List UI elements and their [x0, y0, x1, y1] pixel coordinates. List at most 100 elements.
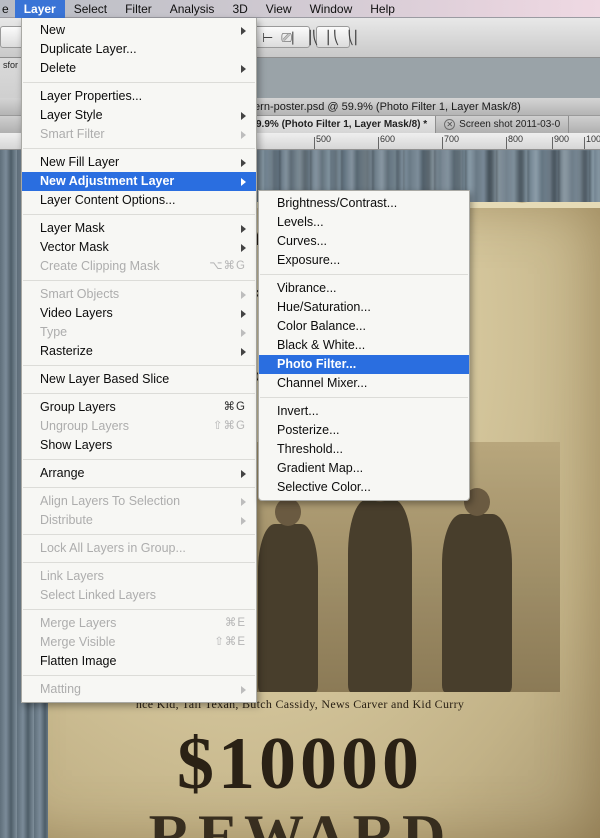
- adjustment-item-posterize[interactable]: Posterize...: [259, 421, 469, 440]
- menu-item-label: Video Layers: [40, 306, 113, 320]
- adjustment-separator: [260, 274, 468, 275]
- menu-item-label: Layer Properties...: [40, 89, 143, 103]
- adjustment-item-gradient-map[interactable]: Gradient Map...: [259, 459, 469, 478]
- photoshop-window: ATION EXPRESS TED acific Express CH GANG…: [0, 0, 600, 838]
- layer-menu-separator: [23, 214, 255, 215]
- menu-item-label: Create Clipping Mask: [40, 259, 160, 273]
- tab-screenshot[interactable]: ✕ Screen shot 2011-03-0: [436, 115, 570, 134]
- layer-menu-item-show-layers[interactable]: Show Layers: [22, 436, 256, 455]
- chevron-right-icon: [241, 309, 246, 318]
- adjustment-item-photo-filter[interactable]: Photo Filter...: [259, 355, 469, 374]
- layer-menu-separator: [23, 459, 255, 460]
- menubar-item-e[interactable]: e: [0, 0, 15, 18]
- align-center-h-icon[interactable]: ⎚⎜: [281, 30, 297, 46]
- tab-poster-label: 9.9% (Photo Filter 1, Layer Mask/8) *: [256, 119, 428, 130]
- ruler-tick-1000: 100: [586, 134, 600, 144]
- distribute-icon[interactable]: ⎜⎝: [327, 30, 340, 46]
- menu-item-label: Duplicate Layer...: [40, 42, 137, 56]
- menu-item-label: Align Layers To Selection: [40, 494, 181, 508]
- menu-item-label: New Layer Based Slice: [40, 372, 170, 386]
- menubar-item-window[interactable]: Window: [301, 0, 362, 18]
- menubar-item-analysis[interactable]: Analysis: [161, 0, 224, 18]
- layer-menu-item-layer-content-options[interactable]: Layer Content Options...: [22, 191, 256, 210]
- chevron-right-icon: [241, 64, 246, 73]
- adjustment-item-hue-saturation[interactable]: Hue/Saturation...: [259, 298, 469, 317]
- layer-menu-item-group-layers[interactable]: Group Layers ⌘G: [22, 398, 256, 417]
- chevron-right-icon: [241, 130, 246, 139]
- menu-item-label: Selective Color...: [277, 480, 371, 494]
- layer-menu-item-delete[interactable]: Delete: [22, 59, 256, 78]
- ruler-tick-600: 600: [380, 134, 396, 144]
- menu-item-label: Rasterize: [40, 344, 93, 358]
- adjustment-item-black-white[interactable]: Black & White...: [259, 336, 469, 355]
- align-icons-group[interactable]: ⊢ ⎚⎜ ⎟⎝ ⎜⎝ ⎝⎜: [262, 30, 361, 46]
- menubar-item-3d[interactable]: 3D: [223, 0, 256, 18]
- tab-poster[interactable]: 9.9% (Photo Filter 1, Layer Mask/8) *: [248, 115, 437, 134]
- align-right-icon[interactable]: ⎟⎝: [306, 30, 319, 46]
- menubar-item-help[interactable]: Help: [361, 0, 404, 18]
- layer-menu-item-layer-properties[interactable]: Layer Properties...: [22, 87, 256, 106]
- adjustment-item-exposure[interactable]: Exposure...: [259, 251, 469, 270]
- layer-menu-item-distribute: Distribute: [22, 511, 256, 530]
- chevron-right-icon: [241, 26, 246, 35]
- new-adjustment-layer-submenu[interactable]: Brightness/Contrast... Levels... Curves...…: [258, 190, 470, 501]
- chevron-right-icon: [241, 497, 246, 506]
- layer-menu-item-new[interactable]: New: [22, 21, 256, 40]
- menubar-item-layer[interactable]: Layer: [14, 0, 65, 18]
- layer-menu-item-new-fill-layer[interactable]: New Fill Layer: [22, 153, 256, 172]
- menu-item-label: Invert...: [277, 404, 319, 418]
- adjustment-item-vibrance[interactable]: Vibrance...: [259, 279, 469, 298]
- menu-item-label: Layer Mask: [40, 221, 105, 235]
- adjustment-item-selective-color[interactable]: Selective Color...: [259, 478, 469, 497]
- chevron-right-icon: [241, 224, 246, 233]
- layer-menu-item-link-layers: Link Layers: [22, 567, 256, 586]
- layer-menu-item-layer-style[interactable]: Layer Style: [22, 106, 256, 125]
- menu-item-label: Lock All Layers in Group...: [40, 541, 186, 555]
- layer-menu-separator: [23, 365, 255, 366]
- adjustment-item-curves[interactable]: Curves...: [259, 232, 469, 251]
- layer-menu-item-video-layers[interactable]: Video Layers: [22, 304, 256, 323]
- adjustment-item-color-balance[interactable]: Color Balance...: [259, 317, 469, 336]
- distribute-center-icon[interactable]: ⎝⎜: [348, 30, 361, 46]
- menu-item-label: Vector Mask: [40, 240, 109, 254]
- menu-item-label: Channel Mixer...: [277, 376, 368, 390]
- menu-item-label: Ungroup Layers: [40, 419, 129, 433]
- layer-menu[interactable]: New Duplicate Layer... Delete Layer Propert…: [21, 18, 257, 703]
- menu-item-shortcut: ⇧⌘G: [212, 420, 246, 432]
- chevron-right-icon: [241, 328, 246, 337]
- menu-item-shortcut: ⌘E: [224, 617, 246, 629]
- menu-item-label: New Adjustment Layer: [40, 174, 175, 188]
- chevron-right-icon: [241, 347, 246, 356]
- layer-menu-item-vector-mask[interactable]: Vector Mask: [22, 238, 256, 257]
- menu-item-label: Hue/Saturation...: [277, 300, 371, 314]
- align-left-icon[interactable]: ⊢: [262, 30, 273, 46]
- menu-item-label: Smart Objects: [40, 287, 120, 301]
- layer-menu-separator: [23, 534, 255, 535]
- layer-menu-item-duplicate-layer[interactable]: Duplicate Layer...: [22, 40, 256, 59]
- layer-menu-item-rasterize[interactable]: Rasterize: [22, 342, 256, 361]
- ruler-tick-500: 500: [316, 134, 332, 144]
- menu-item-shortcut: ⌘G: [223, 401, 246, 413]
- adjustment-item-channel-mixer[interactable]: Channel Mixer...: [259, 374, 469, 393]
- menu-bar[interactable]: e Layer Select Filter Analysis 3D View Window He…: [0, 0, 600, 18]
- adjustment-item-brightness-contrast[interactable]: Brightness/Contrast...: [259, 194, 469, 213]
- layer-menu-item-flatten-image[interactable]: Flatten Image: [22, 652, 256, 671]
- layer-menu-item-new-layer-based-slice[interactable]: New Layer Based Slice: [22, 370, 256, 389]
- menubar-item-view[interactable]: View: [257, 0, 301, 18]
- menu-item-label: Layer Content Options...: [40, 193, 176, 207]
- menubar-item-select[interactable]: Select: [65, 0, 116, 18]
- document-title: tern-poster.psd @ 59.9% (Photo Filter 1,…: [251, 101, 521, 113]
- layer-menu-item-arrange[interactable]: Arrange: [22, 464, 256, 483]
- adjustment-item-levels[interactable]: Levels...: [259, 213, 469, 232]
- adjustment-item-threshold[interactable]: Threshold...: [259, 440, 469, 459]
- layer-menu-item-new-adjustment-layer[interactable]: New Adjustment Layer: [22, 172, 256, 191]
- menu-item-label: Color Balance...: [277, 319, 366, 333]
- layer-menu-separator: [23, 393, 255, 394]
- adjustment-item-invert[interactable]: Invert...: [259, 402, 469, 421]
- layer-menu-item-layer-mask[interactable]: Layer Mask: [22, 219, 256, 238]
- menu-item-label: Black & White...: [277, 338, 366, 352]
- menubar-item-filter[interactable]: Filter: [116, 0, 161, 18]
- adjustment-separator: [260, 397, 468, 398]
- layer-menu-item-select-linked-layers: Select Linked Layers: [22, 586, 256, 605]
- close-icon[interactable]: ✕: [444, 119, 456, 130]
